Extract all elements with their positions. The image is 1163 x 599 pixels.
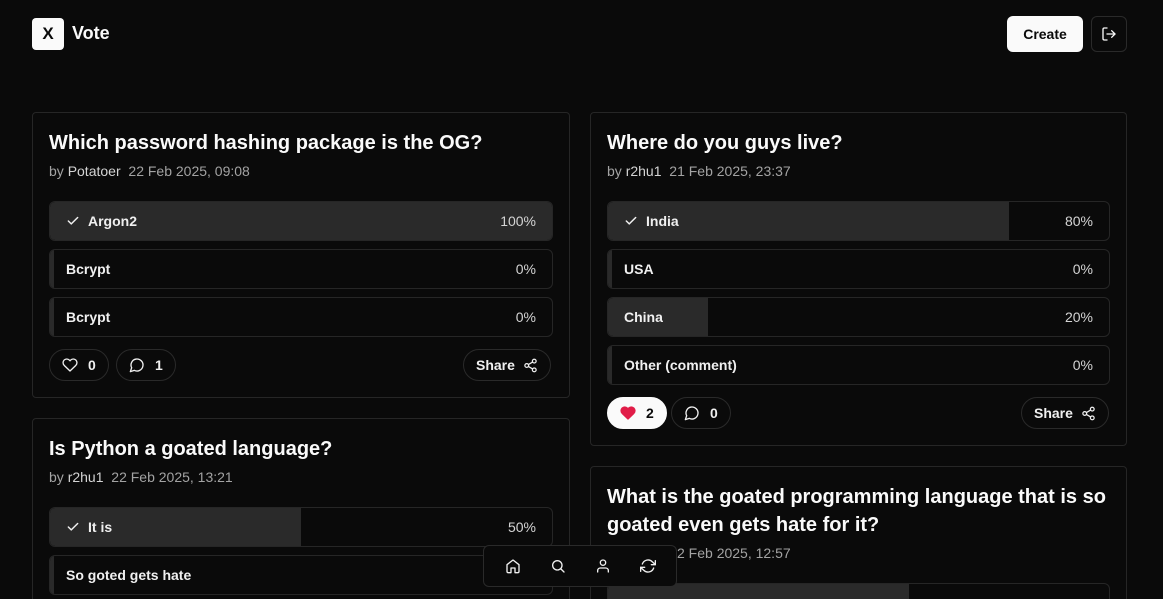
option-percent: 50% bbox=[507, 519, 536, 535]
option-label: Bcrypt bbox=[66, 309, 111, 325]
check-icon bbox=[624, 214, 638, 228]
poll-date: 22 Feb 2025, 13:21 bbox=[111, 469, 233, 485]
heart-filled-icon bbox=[620, 405, 636, 421]
share-button[interactable]: Share bbox=[1021, 397, 1109, 429]
share-button[interactable]: Share bbox=[463, 349, 551, 381]
comment-button[interactable]: 0 bbox=[671, 397, 731, 429]
app-title: Vote bbox=[72, 23, 110, 43]
option-label: Other (comment) bbox=[624, 357, 737, 373]
option-label: USA bbox=[624, 261, 654, 277]
poll-card: Which password hashing package is the OG… bbox=[32, 112, 570, 398]
option-percent: 0% bbox=[515, 261, 536, 277]
poll-title-line2[interactable]: goated even gets hate for it? bbox=[607, 511, 879, 539]
poll-option[interactable]: Other (comment) 0% bbox=[607, 345, 1110, 385]
search-icon bbox=[550, 558, 566, 574]
poll-option[interactable]: China 20% bbox=[607, 297, 1110, 337]
option-label: China bbox=[624, 309, 663, 325]
check-icon bbox=[66, 520, 80, 534]
heart-icon bbox=[62, 357, 78, 373]
option-label: Bcrypt bbox=[66, 261, 111, 277]
poll-card: Where do you guys live? by r2hu1 21 Feb … bbox=[590, 112, 1127, 446]
poll-author[interactable]: r2hu1 bbox=[626, 163, 662, 179]
poll-option[interactable]: Bcrypt 0% bbox=[49, 297, 553, 337]
poll-title[interactable]: Where do you guys live? bbox=[607, 129, 843, 157]
poll-option[interactable]: It is 50% bbox=[49, 507, 553, 547]
nav-refresh-button[interactable] bbox=[630, 548, 666, 584]
nav-home-button[interactable] bbox=[495, 548, 531, 584]
share-label: Share bbox=[476, 357, 515, 373]
like-count: 0 bbox=[88, 357, 96, 373]
poll-title[interactable]: Is Python a goated language? bbox=[49, 435, 332, 463]
comment-icon bbox=[129, 357, 145, 373]
poll-author[interactable]: Potatoer bbox=[68, 163, 121, 179]
option-label: India bbox=[646, 213, 679, 229]
like-count: 2 bbox=[646, 405, 654, 421]
poll-option[interactable]: USA 0% bbox=[607, 249, 1110, 289]
like-button[interactable]: 0 bbox=[49, 349, 109, 381]
nav-profile-button[interactable] bbox=[585, 548, 621, 584]
user-icon bbox=[595, 558, 611, 574]
logout-button[interactable] bbox=[1091, 16, 1127, 52]
check-icon bbox=[66, 214, 80, 228]
option-percent: 0% bbox=[1072, 357, 1093, 373]
poll-author[interactable]: r2hu1 bbox=[68, 469, 104, 485]
option-percent: 20% bbox=[1064, 309, 1093, 325]
share-icon bbox=[523, 358, 538, 373]
option-percent: 100% bbox=[500, 213, 536, 229]
poll-meta: by Potatoer 22 Feb 2025, 09:08 bbox=[49, 163, 250, 179]
app-logo[interactable]: X bbox=[32, 18, 64, 50]
option-label: Argon2 bbox=[88, 213, 137, 229]
poll-title-line1[interactable]: What is the goated programming language … bbox=[607, 483, 1106, 511]
option-percent: 0% bbox=[515, 309, 536, 325]
comment-button[interactable]: 1 bbox=[116, 349, 176, 381]
by-label: by bbox=[49, 163, 64, 179]
comment-icon bbox=[684, 405, 700, 421]
poll-title[interactable]: Which password hashing package is the OG… bbox=[49, 129, 482, 157]
by-label: by bbox=[49, 469, 64, 485]
top-header: X Vote Create bbox=[0, 0, 1163, 70]
logout-icon bbox=[1101, 26, 1117, 42]
option-percent: 80% bbox=[1064, 213, 1093, 229]
create-button[interactable]: Create bbox=[1007, 16, 1083, 52]
poll-meta: by r2hu1 21 Feb 2025, 23:37 bbox=[607, 163, 791, 179]
home-icon bbox=[505, 558, 521, 574]
option-percent: 0% bbox=[1072, 261, 1093, 277]
option-label: So goted gets hate bbox=[66, 567, 192, 583]
comment-count: 0 bbox=[710, 405, 718, 421]
comment-count: 1 bbox=[155, 357, 163, 373]
poll-meta: by r2hu1 22 Feb 2025, 13:21 bbox=[49, 469, 233, 485]
like-button[interactable]: 2 bbox=[607, 397, 667, 429]
poll-date: 2 Feb 2025, 12:57 bbox=[677, 545, 791, 561]
poll-option[interactable]: India 80% bbox=[607, 201, 1110, 241]
poll-option[interactable] bbox=[607, 583, 1110, 599]
share-icon bbox=[1081, 406, 1096, 421]
by-label: by bbox=[607, 163, 622, 179]
poll-option[interactable]: Argon2 100% bbox=[49, 201, 553, 241]
nav-search-button[interactable] bbox=[540, 548, 576, 584]
option-label: It is bbox=[88, 519, 113, 535]
poll-option[interactable]: So goted gets hate bbox=[49, 555, 553, 595]
share-label: Share bbox=[1034, 405, 1073, 421]
poll-date: 21 Feb 2025, 23:37 bbox=[669, 163, 791, 179]
bottom-nav bbox=[483, 545, 677, 587]
refresh-icon bbox=[639, 558, 656, 574]
poll-date: 22 Feb 2025, 09:08 bbox=[128, 163, 250, 179]
poll-option[interactable]: Bcrypt 0% bbox=[49, 249, 553, 289]
